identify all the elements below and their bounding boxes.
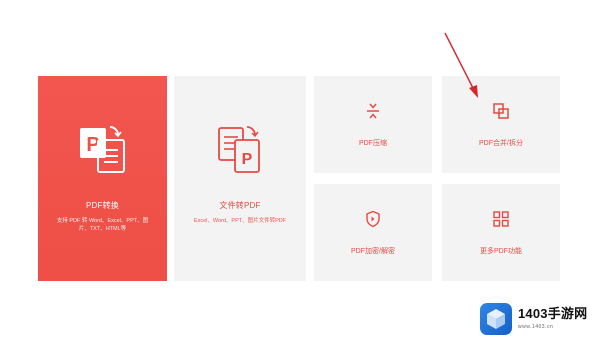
grid-apps-icon [493,211,509,227]
tile-pdf-compress[interactable]: PDF压缩 [314,76,432,173]
tile-title: 文件转PDF [219,201,261,210]
tile-pdf-merge-split[interactable]: PDF合并/拆分 [442,76,560,173]
tile-label: PDF加密/解密 [351,248,395,255]
tile-description: 支持 PDF 转 Word、Excel、PPT、图片、TXT、HTML等 [56,218,149,232]
docs-to-pdf-icon: P [218,126,260,173]
watermark: 1403手游网 www.1403.cn [474,300,596,340]
shield-lock-icon [366,210,380,228]
svg-text:P: P [242,151,253,168]
watermark-url: www.1403.cn [518,324,554,330]
tile-label: PDF压缩 [359,140,387,147]
tile-pdf-convert[interactable]: P PDF转换 支持 PDF 转 Word、Excel、PPT、图片、TXT、H… [38,76,167,281]
merge-split-icon [493,103,509,119]
ppt-to-doc-icon: P [79,126,125,173]
tile-more-pdf-tools[interactable]: 更多PDF功能 [442,184,560,281]
compress-icon [367,103,379,119]
watermark-title: 1403手游网 [518,306,588,321]
tile-label: 更多PDF功能 [480,248,522,255]
tile-pdf-encrypt[interactable]: PDF加密/解密 [314,184,432,281]
cube-logo-icon [480,303,512,335]
tile-title: PDF转换 [86,201,119,210]
tile-label: PDF合并/拆分 [479,140,523,147]
tile-file-to-pdf[interactable]: P 文件转PDF Excel、Word、PPT、图片文件转PDF [174,76,306,281]
tile-description: Excel、Word、PPT、图片文件转PDF [193,218,287,224]
